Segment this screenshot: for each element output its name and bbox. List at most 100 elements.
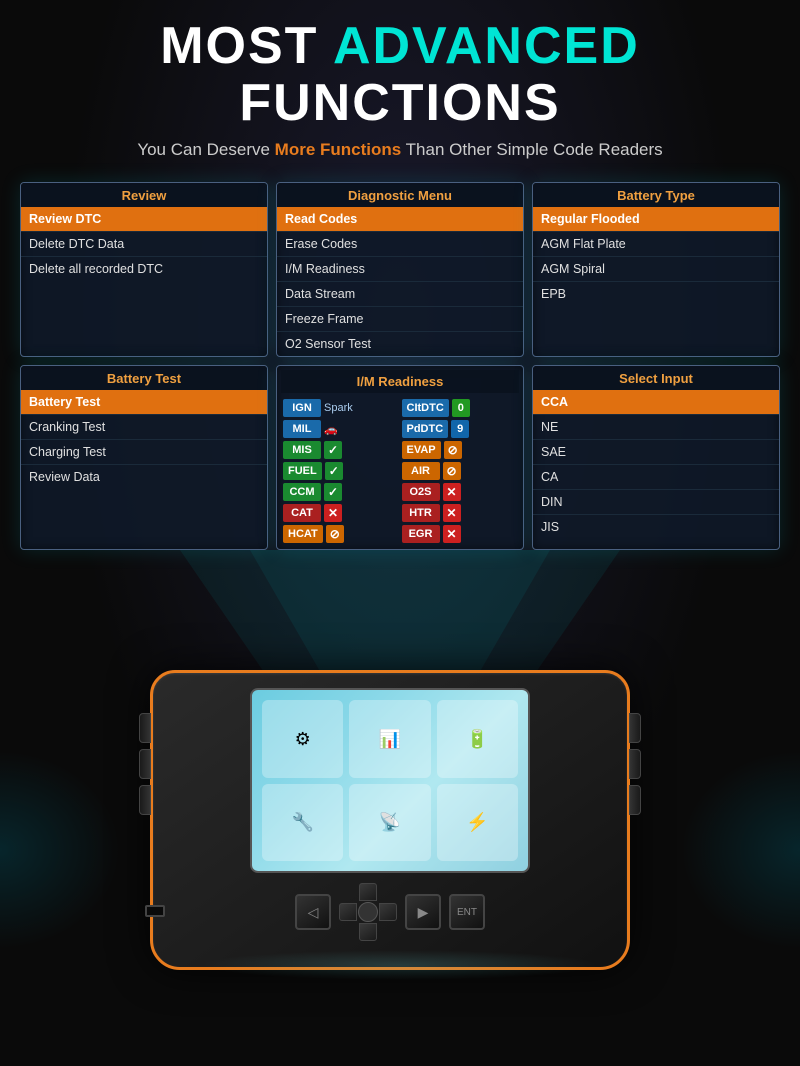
im-readiness-title: I/M Readiness (281, 370, 519, 393)
im-label-mis: MIS (283, 441, 321, 459)
select-input-title: Select Input (533, 366, 779, 390)
screen-icon-1: 📊 (349, 700, 430, 778)
im-row-evap: EVAP ⊘ (402, 441, 518, 459)
diagnostic-item-4[interactable]: Freeze Frame (277, 307, 523, 332)
panels-grid: Review Review DTC Delete DTC Data Delete… (20, 182, 780, 550)
device-grips-right (629, 713, 641, 815)
button-enter[interactable]: ▶ (405, 894, 441, 930)
dpad-right[interactable] (379, 903, 397, 921)
im-label-mil: MIL (283, 420, 321, 438)
screen-icon-0: ⚙ (262, 700, 343, 778)
im-icon-cat: ✕ (324, 504, 342, 522)
side-glow-right (680, 750, 800, 950)
battery-test-panel-title: Battery Test (21, 366, 267, 390)
im-row-cat: CAT ✕ (283, 504, 399, 522)
select-input-item-1[interactable]: NE (533, 415, 779, 440)
select-input-item-0[interactable]: CCA (533, 390, 779, 415)
im-label-air: AIR (402, 462, 440, 480)
diagnostic-panel-title: Diagnostic Menu (277, 183, 523, 207)
im-readiness-grid: IGN Spark CItDTC 0 MIL 🚗 PdDTC 9 (281, 397, 519, 545)
battery-type-item-3[interactable]: EPB (533, 282, 779, 306)
diagnostic-panel: Diagnostic Menu Read Codes Erase Codes I… (276, 182, 524, 357)
device-buttons: ◁ ▶ ENT (295, 883, 485, 941)
dpad-down[interactable] (359, 923, 377, 941)
battery-test-item-1[interactable]: Cranking Test (21, 415, 267, 440)
diagnostic-item-3[interactable]: Data Stream (277, 282, 523, 307)
review-item-2[interactable]: Delete all recorded DTC (21, 257, 267, 281)
screen-content: ⚙ 📊 🔋 🔧 📡 ⚡ (252, 690, 528, 871)
screen-icon-4: 📡 (349, 784, 430, 862)
title-line1: MOST ADVANCED (137, 18, 662, 75)
im-row-air: AIR ⊘ (402, 462, 518, 480)
im-row-htr: HTR ✕ (402, 504, 518, 522)
im-label-pddtc: PdDTC (402, 420, 449, 438)
im-icon-evap: ⊘ (444, 441, 462, 459)
screen-icon-3: 🔧 (262, 784, 343, 862)
im-label-citdtc: CItDTC (402, 399, 449, 417)
battery-type-item-0[interactable]: Regular Flooded (533, 207, 779, 232)
review-panel-title: Review (21, 183, 267, 207)
title-line2: FUNCTIONS (137, 75, 662, 132)
select-input-item-4[interactable]: DIN (533, 490, 779, 515)
im-icon-hcat: ⊘ (326, 525, 344, 543)
im-icon-citdtc: 0 (452, 399, 470, 417)
im-label-htr: HTR (402, 504, 440, 522)
review-item-1[interactable]: Delete DTC Data (21, 232, 267, 257)
im-row-citdtc: CItDTC 0 (402, 399, 518, 417)
screen-icon-5: ⚡ (437, 784, 518, 862)
battery-type-panel: Battery Type Regular Flooded AGM Flat Pl… (532, 182, 780, 357)
dpad-up[interactable] (359, 883, 377, 901)
button-func[interactable]: ENT (449, 894, 485, 930)
im-label-egr: EGR (402, 525, 440, 543)
im-icon-htr: ✕ (443, 504, 461, 522)
main-content: MOST ADVANCED FUNCTIONS You Can Deserve … (0, 0, 800, 1010)
device-reflection (200, 950, 600, 980)
title-section: MOST ADVANCED FUNCTIONS You Can Deserve … (137, 18, 662, 176)
battery-test-item-3[interactable]: Review Data (21, 465, 267, 489)
im-icon-o2s: ✕ (443, 483, 461, 501)
im-icon-air: ⊘ (443, 462, 461, 480)
im-status-mil: 🚗 (324, 423, 338, 436)
im-label-cat: CAT (283, 504, 321, 522)
battery-test-panel: Battery Test Battery Test Cranking Test … (20, 365, 268, 550)
im-icon-pddtc: 9 (451, 420, 469, 438)
select-input-item-3[interactable]: CA (533, 465, 779, 490)
im-label-fuel: FUEL (283, 462, 322, 480)
im-label-evap: EVAP (402, 441, 441, 459)
diagnostic-item-0[interactable]: Read Codes (277, 207, 523, 232)
bottom-section: ⚙ 📊 🔋 🔧 📡 ⚡ ◁ (0, 550, 800, 1010)
battery-type-item-2[interactable]: AGM Spiral (533, 257, 779, 282)
im-icon-fuel: ✓ (325, 462, 343, 480)
device-grips-left (139, 713, 151, 815)
button-dpad[interactable] (339, 883, 397, 941)
diagnostic-item-5[interactable]: O2 Sensor Test (277, 332, 523, 356)
im-readiness-panel: I/M Readiness IGN Spark CItDTC 0 MIL 🚗 P… (276, 365, 524, 550)
dpad-center[interactable] (358, 902, 378, 922)
title-advanced: ADVANCED (333, 17, 640, 75)
im-row-ign: IGN Spark (283, 399, 399, 417)
battery-type-item-1[interactable]: AGM Flat Plate (533, 232, 779, 257)
select-input-item-5[interactable]: JIS (533, 515, 779, 539)
im-row-egr: EGR ✕ (402, 525, 518, 543)
select-input-item-2[interactable]: SAE (533, 440, 779, 465)
grip-right-3 (629, 785, 641, 815)
diagnostic-item-1[interactable]: Erase Codes (277, 232, 523, 257)
battery-test-item-0[interactable]: Battery Test (21, 390, 267, 415)
select-input-panel: Select Input CCA NE SAE CA DIN JIS (532, 365, 780, 550)
im-icon-egr: ✕ (443, 525, 461, 543)
im-row-mis: MIS ✓ (283, 441, 399, 459)
screen-icon-2: 🔋 (437, 700, 518, 778)
im-label-o2s: O2S (402, 483, 440, 501)
review-item-0[interactable]: Review DTC (21, 207, 267, 232)
im-status-spark: Spark (324, 402, 353, 414)
battery-test-item-2[interactable]: Charging Test (21, 440, 267, 465)
button-back[interactable]: ◁ (295, 894, 331, 930)
dpad-left[interactable] (339, 903, 357, 921)
review-panel: Review Review DTC Delete DTC Data Delete… (20, 182, 268, 357)
subtitle-highlight: More Functions (275, 140, 402, 159)
im-row-ccm: CCM ✓ (283, 483, 399, 501)
diagnostic-item-2[interactable]: I/M Readiness (277, 257, 523, 282)
grip-left-1 (139, 713, 151, 743)
device: ⚙ 📊 🔋 🔧 📡 ⚡ ◁ (150, 670, 630, 970)
im-label-ign: IGN (283, 399, 321, 417)
